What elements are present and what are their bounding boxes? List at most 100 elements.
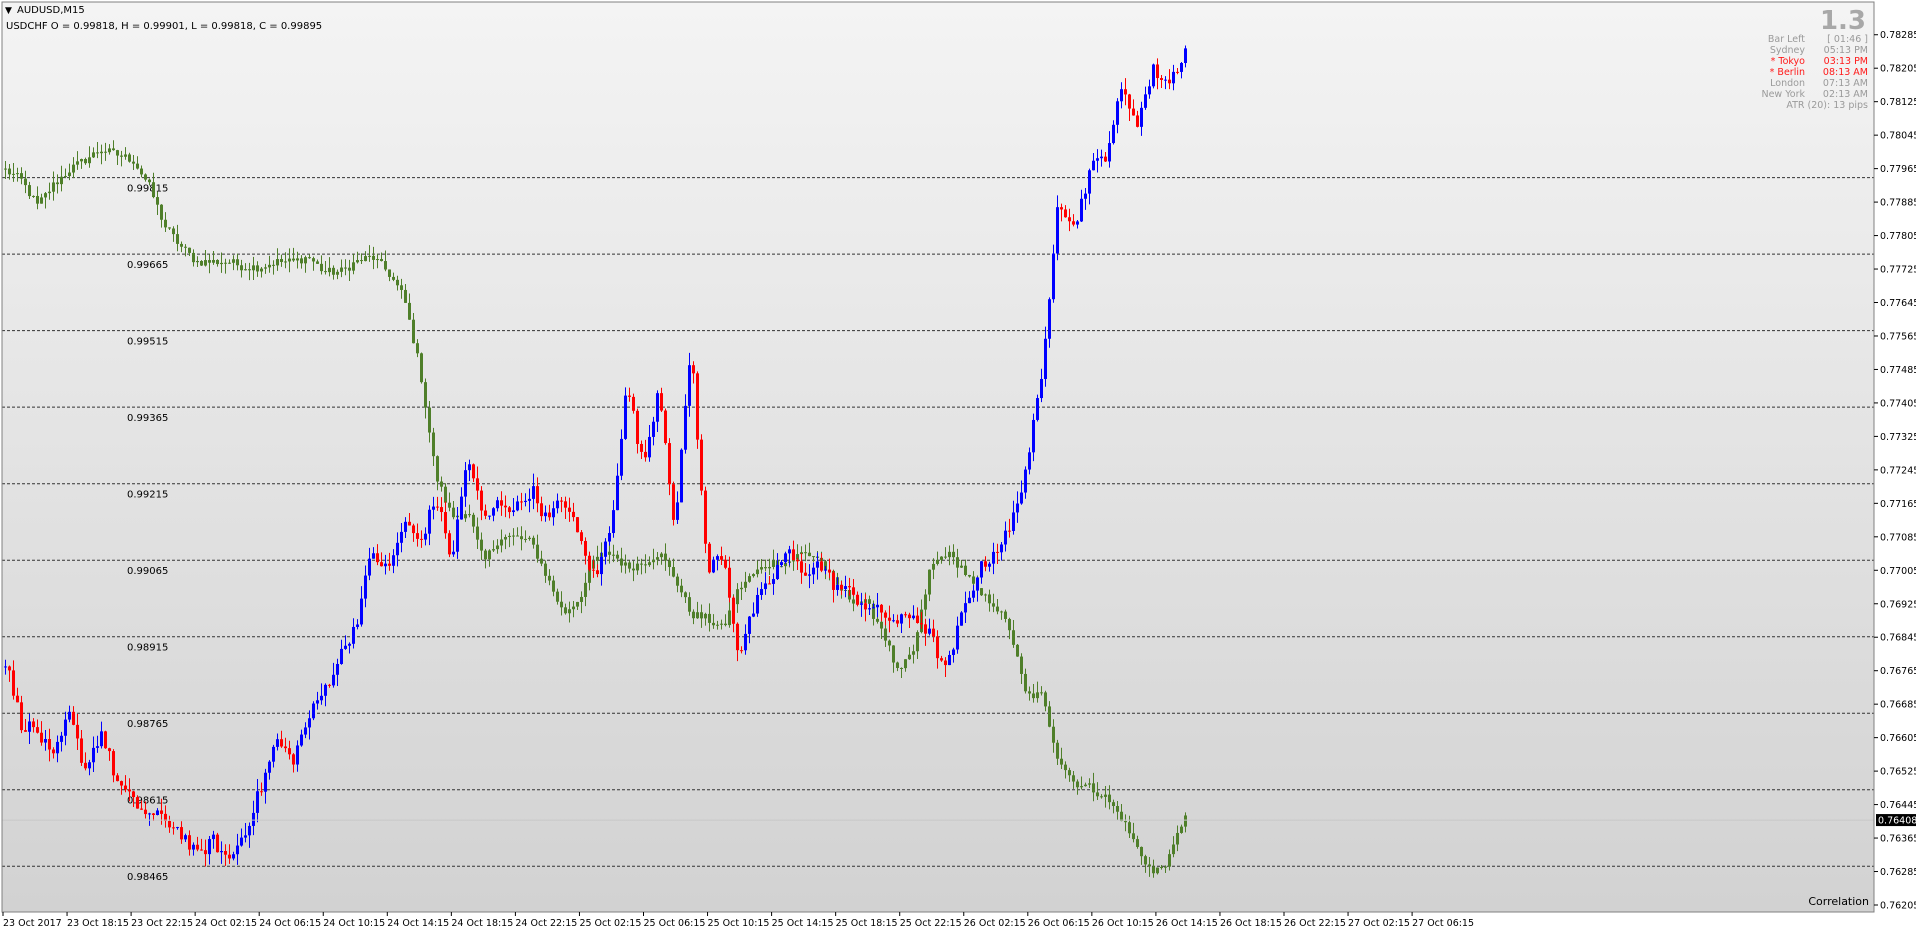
usdchf-candle-body: [768, 566, 771, 569]
audusd-candle-body: [188, 835, 191, 850]
chart-menu-arrow-icon[interactable]: ▼: [5, 6, 12, 16]
usdchf-candle-body: [1112, 802, 1115, 807]
usdchf-candle-body: [1140, 846, 1143, 857]
audusd-candle-body: [1104, 156, 1107, 162]
usdchf-candle-body: [224, 262, 227, 264]
audusd-candle-body: [668, 443, 671, 485]
usdchf-candle-body: [1072, 775, 1075, 782]
audusd-candle-body: [236, 845, 239, 855]
audusd-candle-body: [880, 604, 883, 613]
time-tick-label: 26 Oct 10:15: [1092, 918, 1154, 929]
usdchf-candle-body: [520, 536, 523, 540]
usdchf-candle-body: [276, 259, 279, 266]
usdchf-candle-body: [188, 247, 191, 253]
usdchf-candle-body: [1124, 821, 1127, 823]
audusd-candle-body: [420, 538, 423, 540]
audusd-candle-body: [116, 775, 119, 782]
usdchf-candle-body: [100, 151, 103, 154]
usdchf-candle-body: [644, 564, 647, 566]
time-tick-label: 25 Oct 06:15: [644, 918, 706, 929]
usdchf-candle-body: [264, 267, 267, 269]
usdchf-candle-body: [1184, 815, 1187, 827]
audusd-candle-body: [800, 561, 803, 573]
usdchf-candle-body: [488, 550, 491, 560]
audusd-candle-body: [140, 808, 143, 810]
audusd-candle-body: [520, 501, 523, 503]
price-tick-label: 0.76365: [1880, 834, 1916, 845]
usdchf-candle-body: [428, 407, 431, 433]
audusd-candle-body: [264, 772, 267, 792]
session-label: Bar Left: [1768, 34, 1805, 45]
audusd-candle-body: [180, 827, 183, 840]
audusd-candle-body: [1116, 101, 1119, 125]
audusd-candle-body: [804, 572, 807, 576]
usdchf-candle-body: [524, 538, 527, 540]
audusd-candle-body: [300, 734, 303, 746]
usdchf-candle-body: [964, 565, 967, 575]
audusd-candle-body: [560, 500, 563, 502]
usdchf-candle-body: [572, 606, 575, 610]
level-label: 0.98465: [127, 872, 168, 883]
usdchf-candle-body: [928, 569, 931, 595]
usdchf-candle-body: [176, 234, 179, 244]
chart-window[interactable]: 0.99815 0.99665 0.99515 0.99365 0.99215 0.990…: [0, 0, 1916, 933]
usdchf-candle-body: [112, 148, 115, 151]
audusd-candle-body: [628, 395, 631, 397]
usdchf-candle-body: [764, 567, 767, 569]
usdchf-candle-body: [1040, 692, 1043, 694]
price-tick-label: 0.77725: [1880, 265, 1916, 276]
usdchf-candle-body: [244, 269, 247, 271]
audusd-candle-body: [260, 791, 263, 793]
usdchf-candle-body: [444, 486, 447, 503]
audusd-candle-body: [532, 486, 535, 499]
audusd-candle-body: [1168, 79, 1171, 84]
usdchf-candle-body: [532, 537, 535, 545]
price-tick-label: 0.77085: [1880, 532, 1916, 543]
usdchf-candle-body: [1092, 783, 1095, 793]
audusd-candle-body: [872, 607, 875, 609]
audusd-candle-body: [584, 540, 587, 556]
audusd-candle-body: [688, 365, 691, 406]
usdchf-candle-body: [156, 197, 159, 205]
audusd-candle-body: [424, 533, 427, 540]
audusd-candle-body: [468, 464, 471, 471]
audusd-candle-body: [152, 813, 155, 815]
price-tick-label: 0.77325: [1880, 432, 1916, 443]
audusd-candle-body: [1088, 170, 1091, 194]
price-tick-label: 0.78125: [1880, 97, 1916, 108]
audusd-candle-body: [488, 515, 491, 517]
usdchf-candle-body: [260, 268, 263, 272]
usdchf-candle-body: [568, 609, 571, 614]
usdchf-candle-body: [1056, 742, 1059, 759]
audusd-candle-body: [392, 555, 395, 566]
time-tick-label: 25 Oct 10:15: [708, 918, 770, 929]
audusd-candle-body: [508, 507, 511, 513]
audusd-candle-body: [472, 464, 475, 479]
audusd-candle-body: [484, 510, 487, 516]
usdchf-candle-body: [404, 289, 407, 303]
audusd-candle-body: [1112, 124, 1115, 144]
usdchf-candle-body: [172, 228, 175, 235]
usdchf-candle-body: [660, 553, 663, 558]
usdchf-candle-body: [32, 195, 35, 197]
price-tick-label: 0.77645: [1880, 298, 1916, 309]
audusd-candle-body: [540, 503, 543, 517]
chart-canvas[interactable]: 0.99815 0.99665 0.99515 0.99365 0.99215 0.990…: [0, 0, 1916, 933]
audusd-candle-body: [860, 603, 863, 605]
usdchf-candle-body: [992, 603, 995, 607]
time-tick-label: 24 Oct 02:15: [195, 918, 257, 929]
audusd-candle-body: [1016, 503, 1019, 513]
audusd-candle-body: [388, 563, 391, 566]
audusd-candle-body: [256, 791, 259, 813]
usdchf-candle-body: [1096, 792, 1099, 797]
audusd-candle-body: [312, 703, 315, 719]
usdchf-candle-body: [280, 259, 283, 262]
usdchf-candle-body: [468, 514, 471, 516]
time-tick-label: 25 Oct 18:15: [836, 918, 898, 929]
audusd-candle-body: [24, 730, 27, 732]
usdchf-candle-body: [1164, 866, 1167, 868]
audusd-candle-body: [324, 684, 327, 696]
usdchf-candle-body: [116, 150, 119, 156]
audusd-candle-body: [436, 506, 439, 508]
usdchf-candle-body: [292, 258, 295, 261]
